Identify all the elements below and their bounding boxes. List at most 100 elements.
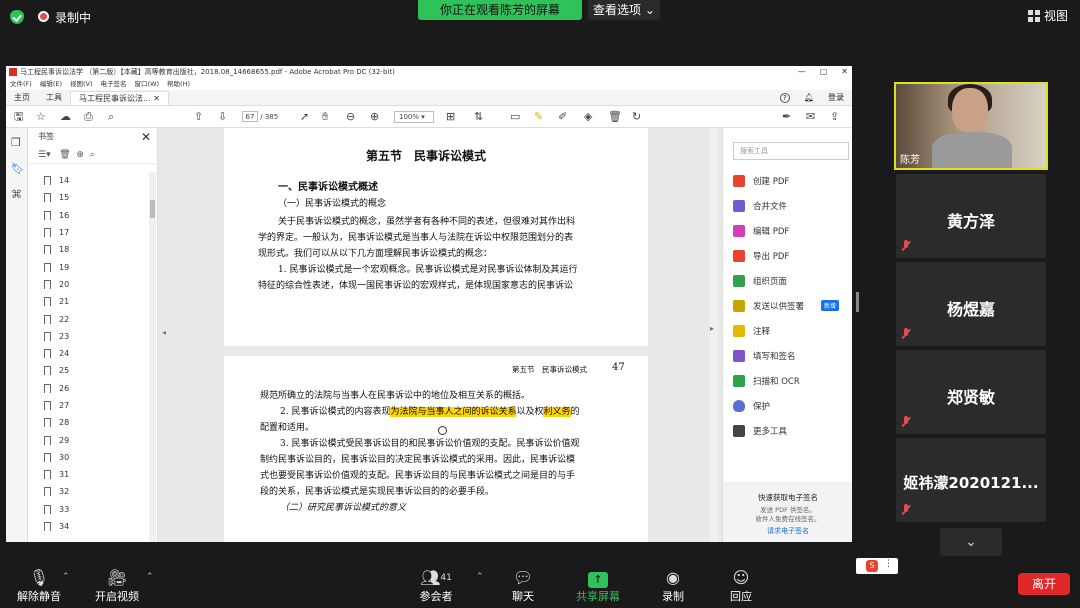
tools-search-input[interactable]: 搜索工具 <box>733 142 849 160</box>
participant-tile[interactable]: 姬祎濛2020121... <box>896 438 1046 522</box>
tool-more-tools[interactable]: 更多工具 <box>733 422 787 440</box>
tool-fill-sign[interactable]: 填写和签名 <box>733 347 796 365</box>
menu-window[interactable]: 窗口(W) <box>135 78 160 90</box>
rotate-icon[interactable]: ↻ <box>632 111 641 123</box>
page-number-input[interactable]: 67 <box>242 111 258 122</box>
reactions-button[interactable]: ☺︎ 回应 <box>722 568 760 604</box>
tab-home[interactable]: 主页 <box>6 91 38 105</box>
stamp-icon[interactable]: ◈ <box>584 111 592 123</box>
audio-options-caret-icon[interactable]: ⌃ <box>62 572 70 582</box>
bookmark-item[interactable]: 33 <box>28 501 150 518</box>
tab-document[interactable]: 马工程民事诉讼法... ✕ <box>70 91 169 105</box>
view-options-button[interactable]: 查看选项 ⌄ <box>588 0 660 20</box>
request-esign-link[interactable]: 请求电子签名 <box>723 526 852 536</box>
page-down-icon[interactable]: ⇩ <box>218 111 227 123</box>
bookmark-item[interactable]: 21 <box>28 293 150 310</box>
tool-create-pdf[interactable]: 创建 PDF <box>733 172 789 190</box>
tab-tools[interactable]: 工具 <box>38 91 70 105</box>
close-tab-icon[interactable]: ✕ <box>153 94 160 103</box>
tool-protect[interactable]: 保护 <box>733 397 770 415</box>
options-menu-icon[interactable]: ☰▾ <box>38 150 51 160</box>
search-icon[interactable]: ⌕ <box>108 111 114 123</box>
bookmark-item[interactable]: 14 <box>28 172 150 189</box>
tool-organize-pages[interactable]: 组织页面 <box>733 272 787 290</box>
email-icon[interactable]: ✉︎ <box>806 111 815 123</box>
view-button[interactable]: 视图 <box>1027 7 1068 24</box>
share-icon[interactable]: ⇪ <box>830 111 839 123</box>
zoom-in-icon[interactable]: ⊕ <box>370 111 379 123</box>
bookmark-item[interactable]: 20 <box>28 276 150 293</box>
share-screen-button[interactable]: ↑ 共享屏幕 <box>572 568 624 604</box>
highlight-pen-icon[interactable]: ✎ <box>534 111 543 123</box>
tool-comment[interactable]: 注释 <box>733 322 770 340</box>
leave-button[interactable]: 离开 <box>1018 573 1070 595</box>
delete-bookmark-icon[interactable]: 🗑︎ <box>59 150 70 160</box>
tool-combine-files[interactable]: 合并文件 <box>733 197 787 215</box>
participant-tile[interactable]: 黄方泽 <box>896 174 1046 258</box>
record-button[interactable]: ◉ 录制 <box>654 568 692 604</box>
hand-tool-icon[interactable]: ✋︎ <box>322 111 328 123</box>
bookmark-item[interactable]: 31 <box>28 466 150 483</box>
bookmark-item[interactable]: 17 <box>28 224 150 241</box>
tool-export-pdf[interactable]: 导出 PDF <box>733 247 789 265</box>
bookmark-item[interactable]: 32 <box>28 483 150 500</box>
scroll-mode-icon[interactable]: ⇅ <box>474 111 483 123</box>
pages-icon[interactable]: ❐ <box>11 136 21 149</box>
bookmark-icon[interactable]: 🔖︎ <box>11 162 25 175</box>
document-scrollbar[interactable] <box>710 128 718 542</box>
bookmark-item[interactable]: 29 <box>28 431 150 448</box>
close-icon[interactable]: ✕ <box>841 66 848 78</box>
tool-scan-ocr[interactable]: 扫描和 OCR <box>733 372 800 390</box>
active-speaker-video[interactable]: 陈芳 <box>894 82 1048 170</box>
menu-view[interactable]: 视图(V) <box>70 78 93 90</box>
find-bookmark-icon[interactable]: ⌕ <box>90 150 95 160</box>
bookmark-item[interactable]: 34 <box>28 518 150 535</box>
bookmark-item[interactable]: 18 <box>28 241 150 258</box>
bookmark-item[interactable]: 30 <box>28 449 150 466</box>
page-up-icon[interactable]: ⇧ <box>194 111 203 123</box>
bell-icon[interactable]: 🔔︎ <box>804 93 814 102</box>
collapse-left-icon[interactable]: ◂ <box>162 328 166 337</box>
collapse-right-icon[interactable]: ▸ <box>710 324 714 333</box>
zoom-level-select[interactable]: 100% ▾ <box>394 111 434 123</box>
menu-edit[interactable]: 编辑(E) <box>40 78 62 90</box>
tool-edit-pdf[interactable]: 编辑 PDF <box>733 222 789 240</box>
bookmark-item[interactable]: 19 <box>28 258 150 275</box>
security-shield-icon[interactable] <box>10 10 24 24</box>
participants-caret-icon[interactable]: ⌃ <box>476 572 484 582</box>
bookmark-item[interactable]: 23 <box>28 328 150 345</box>
help-icon[interactable]: ? <box>779 92 790 103</box>
star-icon[interactable]: ☆ <box>36 111 46 123</box>
signin-button[interactable]: 登录 <box>828 92 844 103</box>
start-video-button[interactable]: 🎥︎ 开启视频 <box>92 568 142 604</box>
sign-pen-icon[interactable]: ✒︎ <box>782 111 791 123</box>
comment-icon[interactable]: ▭ <box>510 111 520 123</box>
bookmark-item[interactable]: 15 <box>28 189 150 206</box>
participants-button[interactable]: 👥︎41 参会者 <box>416 568 456 604</box>
bookmark-item[interactable]: 25 <box>28 362 150 379</box>
bookmark-item[interactable]: 22 <box>28 310 150 327</box>
delete-icon[interactable]: 🗑︎ <box>608 111 622 123</box>
bookmark-item[interactable]: 28 <box>28 414 150 431</box>
video-options-caret-icon[interactable]: ⌃ <box>146 572 154 582</box>
panel-splitter[interactable] <box>856 292 859 312</box>
tool-send-for-signature[interactable]: 发送以供签署 <box>733 297 804 315</box>
attachment-icon[interactable]: ⌘ <box>11 188 22 201</box>
draw-icon[interactable]: ✐ <box>558 111 567 123</box>
menu-file[interactable]: 文件(F) <box>10 78 32 90</box>
highlight-annotation[interactable]: 为法院与当事人之间的诉讼关系 <box>390 407 517 417</box>
bookmark-item[interactable]: 16 <box>28 207 150 224</box>
new-bookmark-icon[interactable]: ⊕ <box>76 150 84 160</box>
menu-esign[interactable]: 电子签名 <box>101 78 127 90</box>
highlight-annotation[interactable]: 利义务 <box>543 407 571 417</box>
print-icon[interactable]: ⎙ <box>84 111 93 123</box>
scroll-down-button[interactable]: ⌄ <box>940 528 1002 556</box>
participant-tile[interactable]: 郑贤敏 <box>896 350 1046 434</box>
minimize-icon[interactable]: — <box>798 66 806 78</box>
fit-page-icon[interactable]: ⊞ <box>446 111 455 123</box>
participant-tile[interactable]: 杨煜嘉 <box>896 262 1046 346</box>
save-icon[interactable]: 🖫︎ <box>14 111 23 123</box>
chat-button[interactable]: 💬︎ 聊天 <box>504 568 542 604</box>
bookmark-item[interactable]: 27 <box>28 397 150 414</box>
menu-help[interactable]: 帮助(H) <box>167 78 190 90</box>
